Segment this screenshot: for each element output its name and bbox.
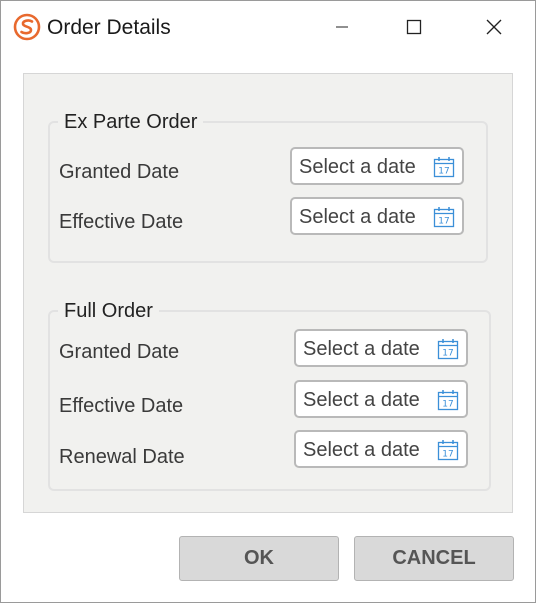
ex-parte-order-group: Ex Parte Order Granted Date Select a dat… bbox=[48, 110, 488, 263]
svg-text:17: 17 bbox=[438, 167, 449, 177]
minimize-button[interactable] bbox=[319, 1, 365, 53]
cancel-button[interactable]: CANCEL bbox=[354, 536, 514, 581]
svg-text:17: 17 bbox=[442, 450, 453, 460]
full-order-granted-date-picker[interactable]: Select a date 17 bbox=[294, 329, 468, 367]
full-order-granted-date-label: Granted Date bbox=[59, 341, 180, 363]
ok-button[interactable]: OK bbox=[179, 536, 339, 581]
date-placeholder: Select a date bbox=[303, 389, 420, 411]
maximize-icon bbox=[406, 19, 422, 35]
svg-text:17: 17 bbox=[442, 349, 453, 359]
full-order-effective-date-picker[interactable]: Select a date 17 bbox=[294, 380, 468, 418]
svg-text:17: 17 bbox=[442, 400, 453, 410]
maximize-button[interactable] bbox=[391, 1, 437, 53]
date-placeholder: Select a date bbox=[299, 156, 416, 178]
full-order-legend: Full Order bbox=[58, 299, 159, 323]
minimize-icon bbox=[336, 26, 348, 28]
date-placeholder: Select a date bbox=[303, 439, 420, 461]
title-bar[interactable]: Order Details bbox=[1, 1, 535, 53]
calendar-icon[interactable]: 17 bbox=[437, 389, 459, 411]
svg-text:17: 17 bbox=[438, 217, 449, 227]
calendar-icon[interactable]: 17 bbox=[437, 439, 459, 461]
calendar-icon[interactable]: 17 bbox=[433, 206, 455, 228]
full-order-renewal-date-picker[interactable]: Select a date 17 bbox=[294, 430, 468, 468]
full-order-effective-date-label: Effective Date bbox=[59, 395, 184, 417]
full-order-renewal-date-label: Renewal Date bbox=[59, 446, 185, 468]
order-details-dialog: Order Details Ex Parte Order Granted Dat… bbox=[0, 0, 536, 603]
calendar-icon[interactable]: 17 bbox=[437, 338, 459, 360]
ex-parte-granted-date-picker[interactable]: Select a date 17 bbox=[290, 147, 464, 185]
full-order-group: Full Order Granted Date Select a date 17… bbox=[48, 299, 491, 491]
ex-parte-granted-date-label: Granted Date bbox=[59, 161, 180, 183]
date-placeholder: Select a date bbox=[299, 206, 416, 228]
ex-parte-order-legend: Ex Parte Order bbox=[58, 110, 204, 134]
window-title: Order Details bbox=[47, 16, 171, 39]
ex-parte-effective-date-label: Effective Date bbox=[59, 211, 184, 233]
content-panel: Ex Parte Order Granted Date Select a dat… bbox=[23, 73, 513, 513]
app-logo-icon bbox=[13, 13, 41, 41]
close-icon bbox=[486, 19, 502, 35]
ex-parte-effective-date-picker[interactable]: Select a date 17 bbox=[290, 197, 464, 235]
date-placeholder: Select a date bbox=[303, 338, 420, 360]
close-button[interactable] bbox=[471, 1, 517, 53]
calendar-icon[interactable]: 17 bbox=[433, 156, 455, 178]
